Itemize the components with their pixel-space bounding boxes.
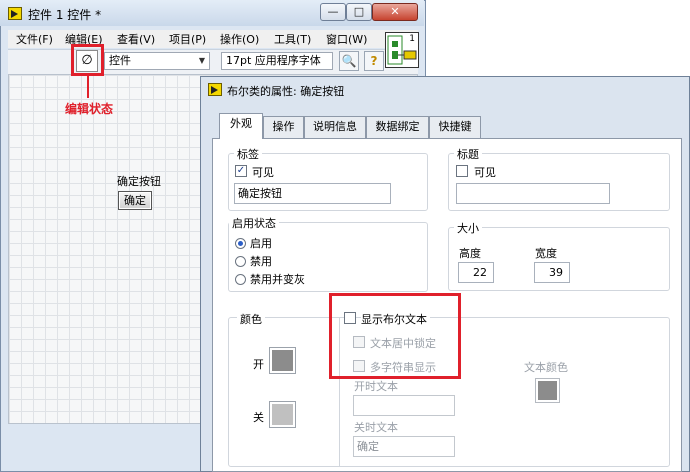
height-label: 高度 xyxy=(459,247,481,260)
label-visible-text: 可见 xyxy=(252,166,274,179)
annotation-box-bool-text xyxy=(329,293,461,379)
font-combo[interactable]: 17pt 应用程序字体 xyxy=(221,52,333,70)
off-color-fill xyxy=(272,404,293,425)
ok-button-control[interactable]: 确定 xyxy=(118,191,152,210)
label-group-legend: 标签 xyxy=(234,146,262,162)
boolean-control-caption: 确定按钮 xyxy=(117,175,161,188)
connector-pane[interactable]: 1 xyxy=(385,32,419,68)
text-color-label: 文本颜色 xyxy=(524,361,568,374)
text-color-picker[interactable] xyxy=(535,378,560,403)
width-label: 宽度 xyxy=(535,247,557,260)
off-color-label: 关 xyxy=(253,411,264,424)
close-icon: ✕ xyxy=(390,5,400,18)
caption-visible-checkbox[interactable] xyxy=(456,165,468,177)
menu-view[interactable]: 查看(V) xyxy=(117,31,155,47)
label-text-field[interactable]: 确定按钮 xyxy=(234,183,391,204)
font-value: 17pt 应用程序字体 xyxy=(226,54,321,67)
minimize-button[interactable]: — xyxy=(320,3,346,21)
tab-appearance-label: 外观 xyxy=(230,117,252,130)
menu-tools[interactable]: 工具(T) xyxy=(274,31,311,47)
enable-state-legend: 启用状态 xyxy=(229,215,279,231)
on-color-fill xyxy=(272,350,293,371)
minimize-icon: — xyxy=(327,5,339,18)
annotation-line xyxy=(87,76,89,98)
help-icon: ? xyxy=(370,54,378,68)
checkmark-icon: ✓ xyxy=(236,165,246,176)
dialog-title: 布尔类的属性: 确定按钮 xyxy=(227,85,345,98)
tab-shortcuts[interactable]: 快捷键 xyxy=(429,116,481,138)
tab-appearance[interactable]: 外观 xyxy=(219,113,263,139)
caption-group-legend: 标题 xyxy=(454,146,482,162)
tab-data-binding[interactable]: 数据绑定 xyxy=(366,116,429,138)
tab-documentation-label: 说明信息 xyxy=(313,120,357,133)
radio-enabled[interactable] xyxy=(235,238,246,249)
color-group-legend: 颜色 xyxy=(237,311,265,327)
tab-operation[interactable]: 操作 xyxy=(263,116,304,138)
width-field[interactable]: 39 xyxy=(534,262,570,283)
radio-enabled-label: 启用 xyxy=(250,237,272,250)
menu-file[interactable]: 文件(F) xyxy=(16,31,53,47)
tab-data-binding-label: 数据绑定 xyxy=(375,120,420,133)
search-button[interactable]: 🔍 xyxy=(339,51,359,71)
ok-button-text: 确定 xyxy=(124,194,146,207)
on-color-label: 开 xyxy=(253,358,264,371)
chevron-down-icon: ▼ xyxy=(198,56,205,65)
radio-disabled-grayed-label: 禁用并变灰 xyxy=(250,273,305,286)
control-style-combo[interactable]: 控件 ▼ xyxy=(104,52,210,70)
off-text-label: 关时文本 xyxy=(354,421,398,434)
dialog-labview-icon xyxy=(208,83,222,96)
off-text-field[interactable]: 确定 xyxy=(353,436,455,457)
search-icon: 🔍 xyxy=(341,54,357,68)
tab-operation-label: 操作 xyxy=(272,120,295,133)
control-style-value: 控件 xyxy=(109,54,131,67)
menu-window[interactable]: 窗口(W) xyxy=(326,31,367,47)
close-button[interactable]: ✕ xyxy=(372,3,418,21)
menu-project[interactable]: 项目(P) xyxy=(169,31,206,47)
on-text-field[interactable] xyxy=(353,395,455,416)
tab-documentation[interactable]: 说明信息 xyxy=(304,116,366,138)
annotation-label-edit-state: 编辑状态 xyxy=(65,102,114,116)
labview-icon xyxy=(8,7,22,20)
tab-shortcuts-label: 快捷键 xyxy=(438,120,472,133)
connector-number: 1 xyxy=(409,34,415,44)
caption-text-field[interactable] xyxy=(456,183,610,204)
radio-disabled[interactable] xyxy=(235,256,246,267)
radio-disabled-grayed[interactable] xyxy=(235,274,246,285)
maximize-button[interactable]: □ xyxy=(346,3,372,21)
help-button[interactable]: ? xyxy=(364,51,384,71)
on-color-picker[interactable] xyxy=(269,347,296,374)
height-field[interactable]: 22 xyxy=(458,262,494,283)
window-title: 控件 1 控件 * xyxy=(28,8,102,22)
menu-operate[interactable]: 操作(O) xyxy=(220,31,259,47)
off-color-picker[interactable] xyxy=(269,401,296,428)
annotation-box-edit-mode xyxy=(71,44,104,76)
text-color-fill xyxy=(538,381,557,400)
on-text-label: 开时文本 xyxy=(354,380,398,393)
label-visible-checkbox[interactable]: ✓ xyxy=(235,165,247,177)
caption-visible-text: 可见 xyxy=(474,166,496,179)
radio-disabled-label: 禁用 xyxy=(250,255,272,268)
maximize-icon: □ xyxy=(353,5,365,18)
size-group-legend: 大小 xyxy=(454,220,482,236)
